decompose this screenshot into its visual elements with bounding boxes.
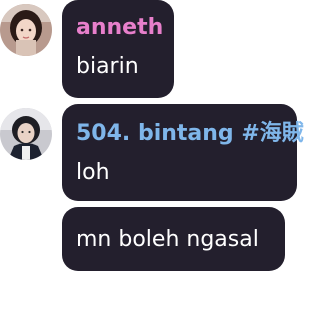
avatar[interactable]: [0, 108, 52, 160]
user-avatar-photo-icon: [0, 108, 52, 160]
message-username[interactable]: 504. bintang #海賊: [76, 120, 304, 148]
message-text: mn boleh ngasal: [76, 227, 259, 252]
chat-message-bubble[interactable]: mn boleh ngasal: [62, 207, 285, 271]
chat-message-bubble[interactable]: anneth biarin: [62, 0, 174, 98]
user-avatar-photo-icon: [0, 4, 52, 56]
message-username[interactable]: anneth: [76, 14, 163, 42]
message-text: biarin: [76, 54, 139, 79]
message-text: loh: [76, 160, 110, 185]
avatar[interactable]: [0, 4, 52, 56]
chat-message-bubble[interactable]: 504. bintang #海賊 loh: [62, 104, 304, 201]
